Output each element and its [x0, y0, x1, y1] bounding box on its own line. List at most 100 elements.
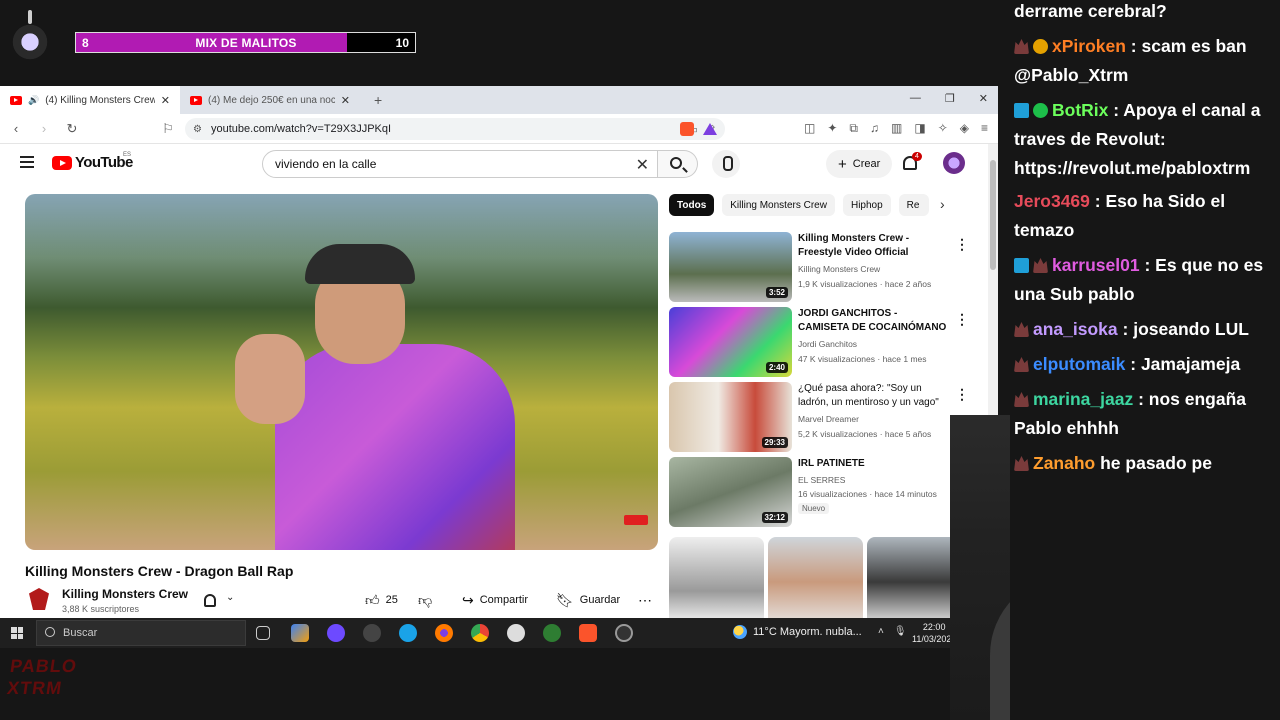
brave-icon[interactable]: [579, 624, 597, 642]
leo-icon[interactable]: ✧: [938, 121, 948, 136]
brave-shield-icon[interactable]: [680, 122, 694, 136]
voice-search-icon[interactable]: [712, 150, 740, 178]
chat-user[interactable]: elputomaik: [1033, 354, 1125, 374]
chat-user[interactable]: ana_isoka: [1033, 319, 1118, 339]
close-tab-icon[interactable]: ✕: [161, 94, 170, 107]
chat-user[interactable]: marina_jaaz: [1033, 389, 1133, 409]
close-window-icon[interactable]: ✕: [979, 92, 988, 105]
hamburger-menu-icon[interactable]: [20, 156, 34, 168]
forward-icon[interactable]: ›: [36, 121, 52, 136]
back-icon[interactable]: ‹: [8, 121, 24, 136]
reading-list-icon[interactable]: ▥: [891, 121, 902, 136]
more-vertical-icon[interactable]: ⋮: [955, 386, 969, 403]
taskbar-search-input[interactable]: Buscar: [36, 620, 246, 646]
tab-search-icon[interactable]: ⧉: [849, 121, 858, 136]
thumbs-up-icon: 👍︎: [365, 591, 380, 608]
like-button[interactable]: 👍︎ 25: [365, 587, 398, 613]
vpn-icon[interactable]: ◈: [960, 121, 969, 136]
bookmark-icon[interactable]: ⚐: [160, 121, 176, 137]
search-button[interactable]: [658, 150, 698, 178]
rec-thumbnail[interactable]: 29:33: [669, 382, 792, 452]
short-thumbnail[interactable]: [669, 537, 764, 618]
extensions-icon[interactable]: ✦: [827, 121, 837, 136]
video-player[interactable]: [25, 194, 658, 550]
more-vertical-icon[interactable]: ⋮: [955, 236, 969, 253]
speaker-icon[interactable]: 🔊: [28, 95, 39, 106]
recommendation-item[interactable]: 32:12 IRL PATINETE EL SERRES 16 visualiz…: [669, 457, 969, 527]
new-tab-icon[interactable]: +: [374, 92, 382, 108]
rec-channel[interactable]: Marvel Dreamer: [798, 414, 859, 424]
rec-thumbnail[interactable]: 3:52: [669, 232, 792, 302]
create-button[interactable]: + Crear: [826, 150, 893, 178]
tray-chevron-up-icon[interactable]: ˄: [878, 626, 884, 637]
chrome-icon[interactable]: [471, 624, 489, 642]
more-vertical-icon[interactable]: ⋮: [955, 311, 969, 328]
minimize-icon[interactable]: —: [910, 92, 921, 105]
xbox-icon[interactable]: [543, 624, 561, 642]
microphone-icon[interactable]: 🎙︎: [894, 626, 907, 637]
store-icon[interactable]: [291, 624, 309, 642]
settings-gear-icon[interactable]: [363, 624, 381, 642]
clear-search-icon[interactable]: ✕: [636, 155, 649, 175]
chat-user[interactable]: Zanaho: [1033, 453, 1095, 473]
chat-user[interactable]: BotRix: [1052, 100, 1108, 120]
youtube-logo[interactable]: YouTube: [52, 154, 133, 171]
recommendation-item[interactable]: 2:40 JORDI GANCHITOS - CAMISETA DE COCAI…: [669, 307, 969, 377]
chat-user[interactable]: xPiroken: [1052, 36, 1126, 56]
channel-name[interactable]: Killing Monsters Crew: [62, 587, 188, 601]
rec-thumbnail[interactable]: 2:40: [669, 307, 792, 377]
recommendation-item[interactable]: 29:33 ¿Qué pasa ahora?: "Soy un ladrón, …: [669, 382, 969, 452]
chip-related[interactable]: Re: [898, 194, 929, 216]
rec-title[interactable]: JORDI GANCHITOS - CAMISETA DE COCAINÓMAN…: [798, 307, 950, 335]
save-button[interactable]: 🔖︎ Guardar: [556, 587, 620, 613]
search-input[interactable]: viviendo en la calle ✕: [262, 150, 658, 178]
chat-user[interactable]: Jero3469: [1014, 191, 1090, 211]
obs-icon[interactable]: [615, 624, 633, 642]
rec-channel[interactable]: Killing Monsters Crew: [798, 264, 880, 274]
discord-icon[interactable]: [327, 624, 345, 642]
menu-icon[interactable]: ≡: [981, 121, 988, 136]
chat-user[interactable]: karrusel01: [1052, 255, 1140, 275]
telegram-icon[interactable]: [399, 624, 417, 642]
short-thumbnail[interactable]: [867, 537, 962, 618]
url-field[interactable]: ⚙ youtube.com/watch?v=T29X3JJPKqI ▭ ⇪: [185, 118, 725, 140]
close-tab-icon[interactable]: ✕: [341, 94, 350, 107]
recommendation-item[interactable]: 3:52 Killing Monsters Crew - Freestyle V…: [669, 232, 969, 302]
rec-title[interactable]: IRL PATINETE: [798, 457, 950, 471]
brave-rewards-icon[interactable]: [703, 123, 717, 135]
sidebar-icon[interactable]: ◨: [914, 121, 925, 136]
wallet-icon[interactable]: ◫: [804, 121, 815, 136]
dislike-button[interactable]: 👎︎: [418, 587, 432, 613]
scrollbar-thumb[interactable]: [990, 160, 996, 270]
rec-channel[interactable]: Jordi Ganchitos: [798, 339, 857, 349]
rec-meta: 5,2 K visualizaciones · hace 5 años: [798, 429, 932, 439]
rec-title[interactable]: Killing Monsters Crew - Freestyle Video …: [798, 232, 950, 260]
person-hand: [235, 334, 305, 424]
account-avatar[interactable]: [943, 152, 965, 174]
share-button[interactable]: ↪ Compartir: [462, 587, 528, 613]
tab-inactive[interactable]: (4) Me dejo 250€ en una noche ✕: [180, 86, 360, 114]
restore-icon[interactable]: ❐: [945, 92, 955, 105]
short-thumbnail[interactable]: [768, 537, 863, 618]
media-icon[interactable]: ♫: [870, 121, 879, 136]
rec-thumbnail[interactable]: 32:12: [669, 457, 792, 527]
chevron-right-icon[interactable]: ›: [940, 196, 945, 212]
chevron-down-icon[interactable]: ⌄: [226, 592, 234, 603]
firefox-icon[interactable]: [435, 624, 453, 642]
chip-todos[interactable]: Todos: [669, 194, 715, 216]
more-actions-button[interactable]: ⋯: [638, 587, 652, 613]
reload-icon[interactable]: ↻: [64, 121, 80, 137]
weather-widget[interactable]: 11°C Mayorm. nubla...: [733, 625, 862, 639]
rec-title[interactable]: ¿Qué pasa ahora?: "Soy un ladrón, un men…: [798, 382, 950, 410]
media-player-icon[interactable]: [507, 624, 525, 642]
task-view-icon[interactable]: [256, 626, 270, 640]
windows-start-icon[interactable]: [11, 627, 23, 639]
channel-avatar[interactable]: [29, 588, 49, 610]
site-info-icon[interactable]: ⚙: [193, 124, 202, 135]
chip-killing-monsters-crew[interactable]: Killing Monsters Crew: [722, 194, 835, 216]
chip-hiphop[interactable]: Hiphop: [842, 194, 891, 216]
sub-badge-icon: [1033, 258, 1048, 273]
subscribed-bell-icon[interactable]: [204, 594, 216, 607]
rec-channel[interactable]: EL SERRES: [798, 475, 845, 485]
tab-active[interactable]: 🔊 (4) Killing Monsters Crew - D ✕: [0, 86, 180, 114]
